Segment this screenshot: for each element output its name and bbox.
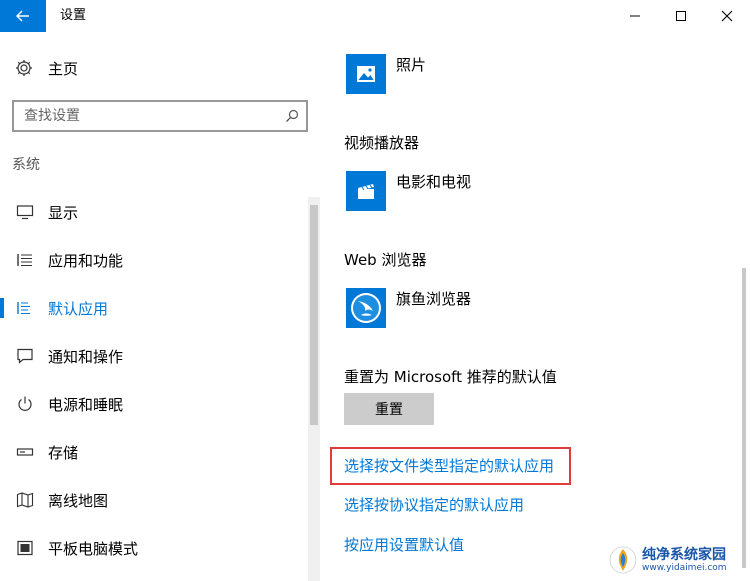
settings-window: 设置 主页 查找设置 系统 显示 应用和功能 默认应用 通知和操作 电源和睡眠 …	[0, 0, 750, 581]
swordfish-browser-icon	[351, 293, 381, 323]
tablet-icon	[17, 540, 33, 556]
video-player-title: 视频播放器	[344, 134, 420, 152]
watermark: 纯净系统家园 www.yidaimei.com	[608, 545, 727, 575]
sidebar-item-label: 存储	[48, 443, 79, 462]
sidebar-item-label: 电源和睡眠	[48, 395, 124, 414]
sidebar-scrollbar-thumb[interactable]	[310, 205, 318, 425]
photo-app-tile	[346, 54, 386, 94]
search-box	[12, 100, 308, 132]
power-icon	[18, 396, 32, 411]
sidebar-item-label: 平板电脑模式	[48, 539, 139, 558]
close-icon	[721, 10, 733, 22]
sidebar-item-label: 通知和操作	[48, 347, 124, 366]
sidebar-item-label: 显示	[48, 203, 79, 222]
photo-icon	[357, 66, 375, 82]
sidebar-scrollbar[interactable]	[308, 197, 320, 581]
web-browser-title: Web 浏览器	[344, 251, 427, 269]
browser-app-tile	[346, 288, 386, 328]
sidebar-item-label: 默认应用	[48, 299, 109, 318]
section-title: 系统	[12, 157, 40, 173]
sidebar: 主页 系统 显示 应用和功能 默认应用	[0, 32, 320, 581]
window-title: 设置	[60, 8, 87, 23]
minimize-button[interactable]	[612, 0, 658, 32]
sidebar-item-label: 应用和功能	[48, 251, 124, 270]
sidebar-item-display[interactable]: 显示	[0, 188, 320, 236]
title-bar: 设置	[0, 0, 750, 32]
back-button[interactable]	[0, 0, 46, 32]
minimize-icon	[630, 15, 640, 17]
arrow-left-icon	[16, 10, 29, 22]
sidebar-item-storage[interactable]: 存储	[0, 428, 320, 476]
sidebar-item-power[interactable]: 电源和睡眠	[0, 380, 320, 428]
search-button[interactable]	[278, 102, 306, 130]
search-input[interactable]	[14, 102, 278, 130]
sidebar-item-default-apps[interactable]: 默认应用	[0, 284, 320, 332]
video-app-button[interactable]: 电影和电视	[346, 171, 471, 211]
video-app-tile	[346, 171, 386, 211]
default-apps-icon	[17, 302, 30, 315]
search-icon	[286, 109, 299, 122]
watermark-title: 纯净系统家园	[642, 546, 726, 563]
main-scrollbar-thumb[interactable]	[742, 268, 746, 568]
photo-app-button[interactable]: 照片	[346, 54, 426, 94]
maximize-button[interactable]	[658, 0, 704, 32]
sidebar-item-label: 主页	[48, 59, 79, 78]
browser-app-name: 旗鱼浏览器	[396, 290, 472, 308]
sidebar-item-notifications[interactable]: 通知和操作	[0, 332, 320, 380]
link-choose-by-protocol[interactable]: 选择按协议指定的默认应用	[344, 494, 524, 515]
sidebar-item-tablet-mode[interactable]: 平板电脑模式	[0, 524, 320, 572]
monitor-icon	[16, 205, 34, 220]
reset-description: 重置为 Microsoft 推荐的默认值	[344, 368, 557, 386]
link-choose-by-file-type[interactable]: 选择按文件类型指定的默认应用	[344, 455, 554, 476]
main-content: 照片 视频播放器 电影和电视 Web 浏览器 旗鱼浏览器 重置为 Microso…	[320, 32, 750, 581]
close-button[interactable]	[704, 0, 750, 32]
watermark-logo-icon	[609, 546, 637, 574]
sidebar-item-offline-maps[interactable]: 离线地图	[0, 476, 320, 524]
watermark-url: www.yidaimei.com	[642, 562, 727, 573]
video-app-name: 电影和电视	[396, 173, 472, 191]
sidebar-item-label: 离线地图	[48, 491, 109, 510]
storage-icon	[16, 448, 34, 456]
maximize-icon	[676, 11, 686, 21]
sidebar-item-apps[interactable]: 应用和功能	[0, 236, 320, 284]
clapperboard-icon	[358, 184, 374, 199]
notification-icon	[17, 348, 33, 364]
reset-button[interactable]: 重置	[344, 393, 434, 425]
map-icon	[16, 492, 34, 508]
list-icon	[17, 254, 32, 267]
sidebar-nav: 显示 应用和功能 默认应用 通知和操作 电源和睡眠 存储 离线地图 平板电脑模式	[0, 188, 320, 572]
photo-app-name: 照片	[396, 56, 427, 74]
link-set-defaults-by-app[interactable]: 按应用设置默认值	[344, 534, 464, 555]
browser-app-button[interactable]: 旗鱼浏览器	[346, 288, 471, 328]
main-scrollbar[interactable]	[738, 32, 750, 581]
gear-icon	[16, 60, 32, 76]
sidebar-item-home[interactable]: 主页	[14, 54, 78, 82]
